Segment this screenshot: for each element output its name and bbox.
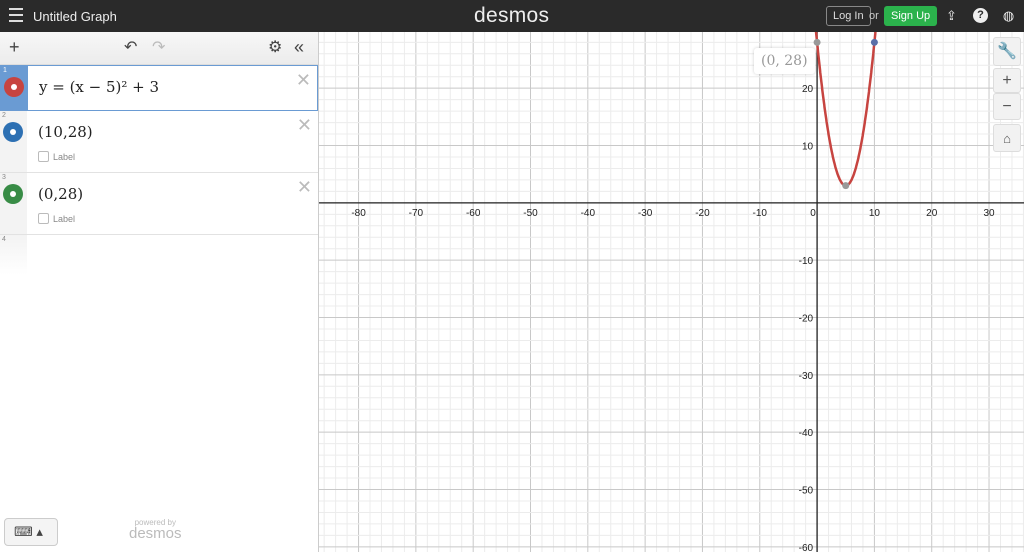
label-text: Label (53, 213, 76, 224)
expression-math[interactable]: y = (x − 5)² + 3 (39, 78, 159, 96)
label-checkbox[interactable]: Label (38, 213, 75, 224)
top-bar: Untitled Graph desmos Log In or Sign Up … (0, 0, 1024, 32)
x-tick-label: -70 (409, 208, 424, 219)
help-icon[interactable]: ? (973, 8, 988, 23)
graph-point (813, 38, 821, 46)
label-checkbox[interactable]: Label (38, 151, 75, 162)
y-tick-label: -60 (799, 543, 814, 552)
expression-item-2[interactable]: 2 (10,28) ✕ Label (0, 111, 318, 173)
expression-toolbar: + ↶ ↷ ⚙ « (0, 32, 318, 65)
zoom-out-button[interactable]: − (993, 93, 1021, 120)
keyboard-toggle-button[interactable]: ⌨ ▴ (4, 518, 58, 546)
y-tick-label: 20 (802, 84, 814, 95)
point-tooltip: (0, 28) (754, 48, 815, 74)
y-tick-label: 10 (802, 142, 814, 153)
y-tick-label: -10 (799, 256, 814, 267)
login-button[interactable]: Log In (826, 6, 871, 26)
expression-math[interactable]: (0,28) (38, 185, 83, 203)
point-color-icon[interactable] (3, 122, 23, 142)
expression-item-3[interactable]: 3 (0,28) ✕ Label (0, 173, 318, 235)
x-tick-label: 10 (869, 208, 881, 219)
add-expression-button[interactable]: + (9, 37, 20, 58)
y-tick-label: -30 (799, 371, 814, 382)
menu-icon[interactable] (9, 8, 23, 22)
graph-canvas[interactable]: -80 -70 -60 -50 -40 -30 -20 -10 0 10 20 30 20 10 -10 -2… (319, 32, 1024, 552)
settings-gear-icon[interactable]: ⚙ (268, 37, 282, 57)
delete-expression-icon[interactable]: ✕ (297, 115, 312, 136)
signup-button[interactable]: Sign Up (884, 6, 938, 26)
redo-button[interactable]: ↷ (152, 37, 165, 57)
y-tick-label: -40 (799, 428, 814, 439)
curve-color-icon[interactable] (4, 77, 24, 97)
x-tick-label: -40 (581, 208, 596, 219)
label-text: Label (53, 151, 76, 162)
expression-number: 4 (2, 236, 6, 243)
x-tick-label: 0 (810, 208, 816, 219)
wrench-icon[interactable]: 🔧 (993, 37, 1021, 66)
powered-by-desmos[interactable]: powered by desmos (129, 518, 182, 542)
x-tick-label: 20 (926, 208, 938, 219)
zoom-in-button[interactable]: + (993, 68, 1021, 93)
x-tick-label: -50 (523, 208, 538, 219)
x-tick-label: -80 (351, 208, 366, 219)
delete-expression-icon[interactable]: ✕ (297, 177, 312, 198)
undo-button[interactable]: ↶ (124, 37, 137, 57)
share-icon[interactable]: ⇪ (944, 8, 959, 23)
expression-panel: + ↶ ↷ ⚙ « 1 y = (x − 5)² + 3 ✕ 2 (10,28)… (0, 32, 319, 552)
delete-expression-icon[interactable]: ✕ (296, 70, 311, 91)
expression-number: 3 (2, 174, 6, 181)
graph-title[interactable]: Untitled Graph (33, 9, 117, 24)
x-tick-label: -30 (638, 208, 653, 219)
x-tick-label: -10 (753, 208, 768, 219)
language-icon[interactable]: ◍ (1001, 8, 1016, 23)
new-expression-row[interactable]: 4 (0, 235, 318, 275)
desmos-footer-logo: desmos (129, 525, 182, 542)
expression-math[interactable]: (10,28) (38, 123, 93, 141)
y-tick-label: -20 (799, 314, 814, 325)
desmos-logo: desmos (474, 4, 550, 27)
parabola-curve (814, 32, 877, 187)
graph-point (842, 182, 850, 190)
or-text: or (869, 10, 879, 22)
expression-item-1[interactable]: 1 y = (x − 5)² + 3 ✕ (0, 65, 318, 111)
home-icon[interactable]: ⌂ (993, 124, 1021, 152)
x-tick-label: -60 (466, 208, 481, 219)
expression-number: 1 (3, 67, 7, 74)
expression-number: 2 (2, 112, 6, 119)
collapse-panel-button[interactable]: « (294, 37, 304, 58)
y-tick-label: -50 (799, 486, 814, 497)
x-tick-label: 30 (983, 208, 995, 219)
graph-point (870, 38, 878, 46)
point-color-icon[interactable] (3, 184, 23, 204)
x-tick-label: -20 (695, 208, 710, 219)
